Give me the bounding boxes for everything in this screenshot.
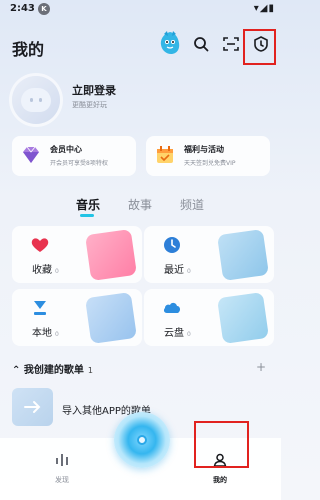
status-bar: 2:43 K ▾◢▮ <box>0 0 281 20</box>
notification-k-icon: K <box>38 3 50 15</box>
cloud-icon <box>162 298 182 318</box>
vip-gem-icon <box>20 144 42 166</box>
vip-center-title: 会员中心 <box>50 145 82 154</box>
vip-center-subtitle: 开会员可享受8项特权 <box>50 160 108 167</box>
discover-icon <box>56 454 68 466</box>
highlight-box-timer <box>243 29 276 65</box>
tab-indicator <box>80 214 94 217</box>
scan-icon[interactable] <box>221 34 241 54</box>
tile-recent[interactable]: 最近 0 <box>144 226 274 283</box>
local-art <box>85 292 137 344</box>
tile-favorites-label: 收藏 <box>32 265 52 276</box>
tile-local-count: 0 <box>55 331 59 338</box>
login-link[interactable]: 立即登录 <box>72 82 116 98</box>
nav-discover-label: 发现 <box>55 476 69 484</box>
cloud-art <box>217 292 269 344</box>
tile-cloud-count: 0 <box>187 331 191 338</box>
welfare-title: 福利与活动 <box>184 145 224 154</box>
highlight-box-mine <box>194 421 249 468</box>
tile-favorites[interactable]: 收藏 0 <box>12 226 142 283</box>
my-playlists-count: 1 <box>87 366 93 375</box>
tile-favorites-count: 0 <box>55 268 59 275</box>
status-time: 2:43 <box>10 3 35 14</box>
recent-art <box>217 229 269 281</box>
welfare-subtitle: 天天签到兑免费VIP <box>184 160 236 167</box>
login-subtitle: 更酷更好玩 <box>72 101 107 109</box>
status-indicators: ▾◢▮ <box>253 3 275 14</box>
mascot-icon[interactable] <box>158 30 182 56</box>
favorites-art <box>85 229 137 281</box>
vip-center-card[interactable]: 会员中心 开会员可享受8项特权 <box>12 136 136 176</box>
download-icon <box>30 298 50 318</box>
player-disc-button[interactable] <box>114 412 170 468</box>
tile-cloud[interactable]: 云盘 0 <box>144 289 274 346</box>
welfare-card[interactable]: 福利与活动 天天签到兑免费VIP <box>146 136 270 176</box>
tab-channels[interactable]: 频道 <box>180 196 204 213</box>
calendar-gift-icon <box>154 144 176 166</box>
nav-mine-label: 我的 <box>213 476 227 484</box>
my-playlists-header[interactable]: ⌃ 我创建的歌单 1 <box>12 361 93 376</box>
page-title: 我的 <box>12 40 45 59</box>
tile-recent-label: 最近 <box>164 265 184 276</box>
avatar[interactable] <box>12 76 60 124</box>
tab-music[interactable]: 音乐 <box>76 196 100 213</box>
chevron-up-icon: ⌃ <box>12 365 21 376</box>
import-thumb[interactable] <box>12 388 53 426</box>
import-arrow-icon <box>23 401 40 413</box>
tile-local[interactable]: 本地 0 <box>12 289 142 346</box>
add-playlist-icon[interactable]: + <box>256 360 266 374</box>
clock-icon <box>162 235 182 255</box>
heart-icon <box>30 235 50 255</box>
nav-discover[interactable]: 发现 <box>42 452 82 485</box>
my-playlists-title: 我创建的歌单 <box>23 365 84 376</box>
tile-cloud-label: 云盘 <box>164 328 184 339</box>
avatar-face-icon <box>21 88 51 112</box>
tile-local-label: 本地 <box>32 328 52 339</box>
tab-stories[interactable]: 故事 <box>128 196 152 213</box>
player-center-icon <box>137 435 147 445</box>
tile-recent-count: 0 <box>187 268 191 275</box>
search-icon[interactable] <box>191 34 211 54</box>
